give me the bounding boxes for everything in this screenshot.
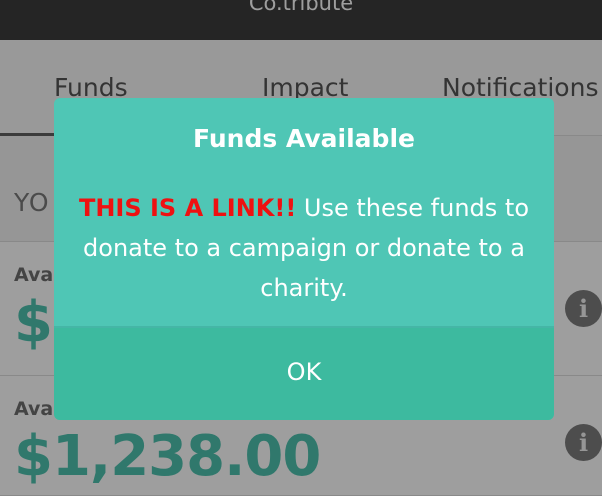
dialog-title: Funds Available (193, 124, 415, 153)
ok-button[interactable]: OK (54, 328, 554, 420)
dialog-link[interactable]: THIS IS A LINK!! (79, 194, 296, 222)
dialog-message: THIS IS A LINK!! Use these funds to dona… (74, 188, 534, 308)
funds-available-dialog: Funds Available THIS IS A LINK!! Use the… (54, 98, 554, 420)
